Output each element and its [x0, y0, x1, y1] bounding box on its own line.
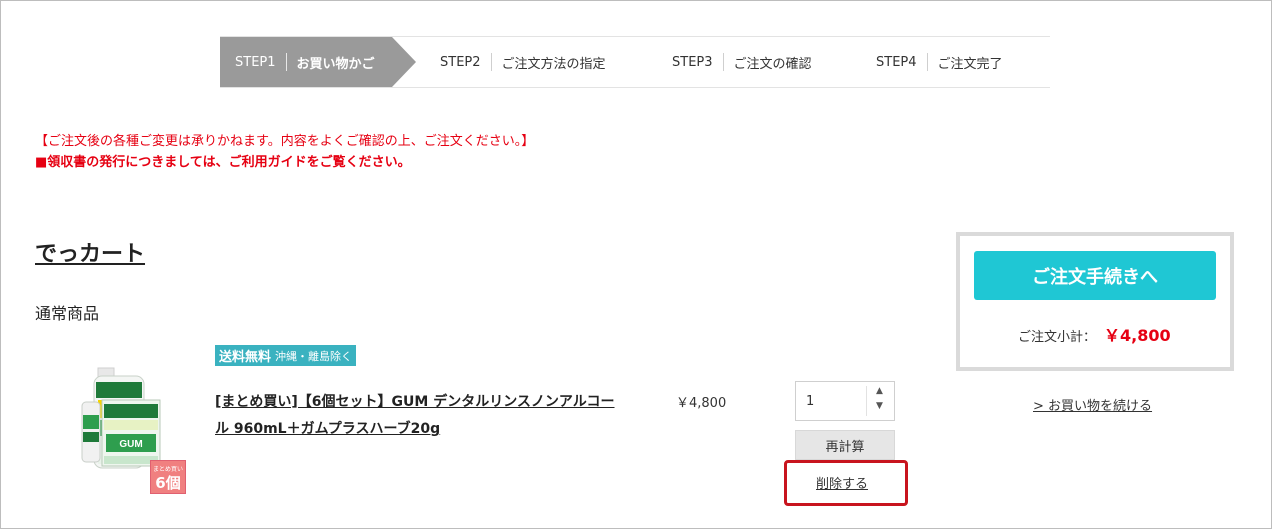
bulk-count-badge: まとめ買い 6個 — [150, 460, 186, 494]
step-2-label: ご注文方法の指定 — [501, 56, 606, 72]
cart-title: でっカート — [35, 242, 146, 267]
step-4-label: ご注文完了 — [937, 56, 1003, 72]
quantity-stepper[interactable]: 1 ▲ ▼ — [795, 381, 895, 421]
step-3-number: STEP3 — [672, 54, 713, 70]
bulk-badge-count: 6個 — [155, 474, 181, 492]
step-1-label: お買い物かご — [296, 56, 375, 72]
svg-text:GUM: GUM — [119, 439, 142, 450]
step-4: STEP4 ご注文完了 — [876, 37, 1003, 87]
chevron-up-icon[interactable]: ▲ — [876, 386, 883, 396]
subtotal-amount: ￥4,800 — [1104, 326, 1171, 345]
step-3: STEP3 ご注文の確認 — [672, 37, 812, 87]
section-label: 通常商品 — [35, 304, 100, 323]
chevron-down-icon[interactable]: ▼ — [876, 401, 883, 411]
step-1: STEP1 お買い物かご — [220, 37, 392, 87]
step-3-label: ご注文の確認 — [733, 56, 812, 72]
continue-shopping-link[interactable]: > お買い物を続ける — [1033, 395, 1152, 414]
step-4-number: STEP4 — [876, 54, 917, 70]
order-procedure-button[interactable]: ご注文手続きへ — [974, 251, 1216, 300]
step-2-number: STEP2 — [440, 54, 481, 70]
product-name-link[interactable]: [まとめ買い]【6個セット】GUM デンタルリンスノンアルコール 960mL＋ガ… — [215, 389, 625, 443]
step-active-arrow — [392, 37, 416, 87]
order-subtotal: ご注文小計： ￥4,800 — [1018, 322, 1171, 346]
free-shipping-badge: 送料無料 沖縄・離島除く — [215, 345, 357, 366]
quantity-value[interactable]: 1 — [806, 394, 814, 409]
checkout-steps: STEP1 お買い物かご STEP2 ご注文方法の指定 STEP3 ご注文の確認… — [220, 36, 1050, 88]
receipt-notice: ■領収書の発行につきましては、ご利用ガイドをご覧ください。 — [35, 155, 411, 170]
step-2: STEP2 ご注文方法の指定 — [440, 37, 606, 87]
subtotal-label: ご注文小計： — [1018, 330, 1097, 345]
order-change-notice: 【ご注文後の各種ご変更は承りかねます。内容をよくご確認の上、ご注文ください。】 — [35, 134, 535, 149]
recalculate-button[interactable]: 再計算 — [795, 430, 895, 460]
shipping-exclusion: 沖縄・離島除く — [275, 349, 353, 363]
bulk-badge-top: まとめ買い — [152, 466, 183, 473]
step-1-number: STEP1 — [235, 54, 276, 70]
delete-link[interactable]: 削除する — [816, 473, 868, 492]
product-price: ￥4,800 — [676, 396, 727, 411]
free-shipping-label: 送料無料 — [219, 350, 272, 365]
